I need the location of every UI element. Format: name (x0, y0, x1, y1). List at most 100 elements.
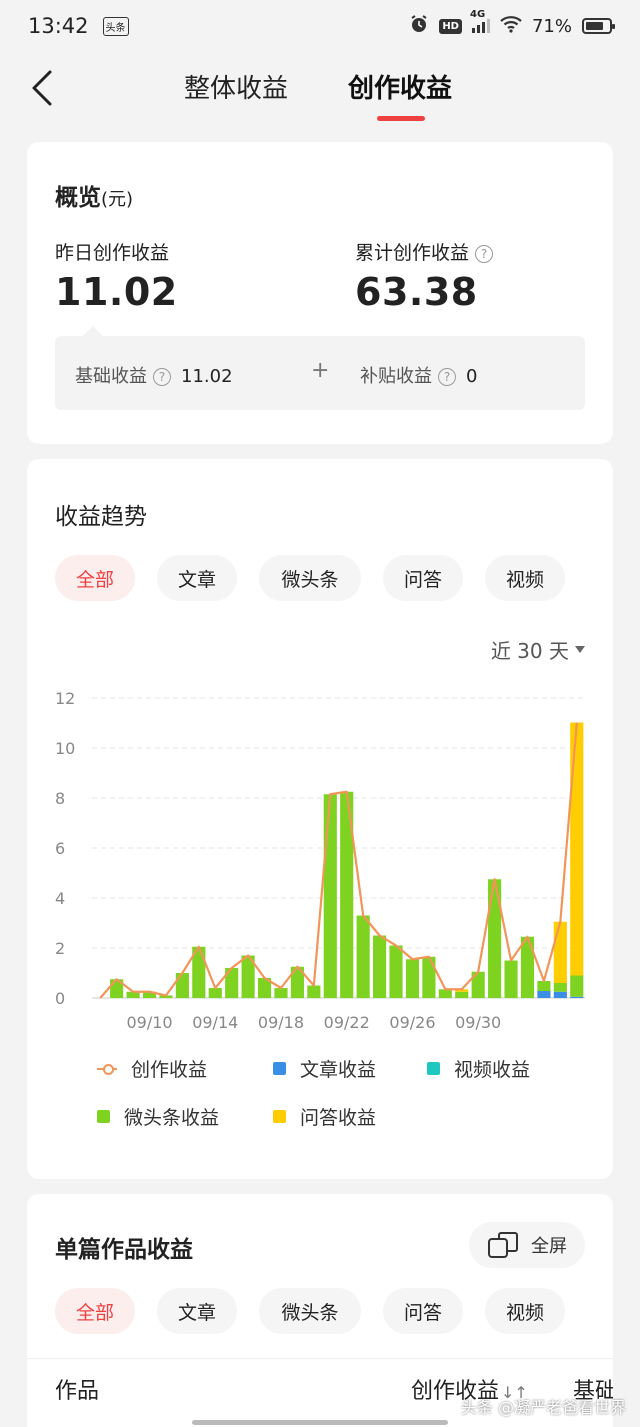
bar-segment (389, 945, 403, 998)
bar-segment (405, 959, 420, 998)
bar-segment (537, 991, 551, 998)
total-income-label-text: 累计创作收益 (355, 242, 470, 264)
legend-label: 创作收益 (131, 1059, 208, 1081)
date-range-select[interactable]: 近 30 天 (491, 635, 585, 664)
caret-down-icon (575, 646, 585, 653)
date-range-label: 近 30 天 (490, 639, 569, 663)
hd-icon: HD (439, 18, 462, 34)
works-filter-chips: 全部 文章 微头条 问答 视频 (55, 1288, 565, 1334)
chip-micro[interactable]: 微头条 (259, 555, 361, 601)
trend-title: 收益趋势 (55, 504, 147, 530)
bar-segment (438, 989, 452, 998)
bar-segment (307, 985, 321, 998)
y-tick-label: 10 (55, 739, 75, 758)
line-marker-icon (97, 1062, 117, 1075)
y-tick-label: 8 (55, 789, 65, 808)
bar-segment (570, 975, 584, 997)
watermark: 头条 @凝严老爸看世界 (460, 1398, 626, 1417)
chip-qa[interactable]: 问答 (383, 1288, 463, 1334)
square-marker-icon (97, 1110, 110, 1123)
bar-segment (570, 722, 584, 976)
wifi-icon (500, 15, 522, 38)
bar-segment (356, 915, 370, 998)
subsidy-income-label: 补贴收益 (360, 366, 432, 387)
legend-label: 微头条收益 (124, 1107, 220, 1129)
overview-title-text: 概览 (55, 185, 101, 211)
app-notification-icon: 头条 (102, 16, 129, 36)
tab-creation-income[interactable]: 创作收益 (348, 68, 452, 105)
bar-segment (553, 983, 567, 992)
bar-segment (175, 973, 189, 998)
help-icon[interactable]: ? (153, 368, 171, 386)
bar-segment (422, 956, 436, 998)
legend-item-video[interactable]: 视频收益 (427, 1055, 530, 1082)
chip-micro[interactable]: 微头条 (259, 1288, 361, 1334)
yesterday-income-label-text: 昨日创作收益 (55, 242, 170, 264)
legend-label: 问答收益 (300, 1107, 377, 1129)
legend-item-article[interactable]: 文章收益 (273, 1055, 376, 1082)
square-marker-icon (273, 1110, 286, 1123)
basic-income: 基础收益? 11.02 (75, 362, 233, 388)
total-income-value: 63.38 (355, 270, 478, 314)
bar-segment (323, 794, 337, 998)
chip-all[interactable]: 全部 (55, 1288, 135, 1334)
active-tab-indicator (377, 116, 425, 121)
signal-icon: 4G (470, 9, 490, 33)
basic-income-label: 基础收益 (75, 366, 147, 387)
bar-segment (553, 921, 567, 983)
column-work: 作品 (55, 1379, 100, 1404)
trend-filter-chips: 全部 文章 微头条 问答 视频 (55, 555, 565, 601)
fullscreen-button[interactable]: 全屏 (469, 1222, 585, 1268)
x-tick-label: 09/14 (192, 1013, 238, 1032)
back-button[interactable] (22, 66, 62, 110)
alarm-icon (409, 14, 429, 39)
bar-segment (274, 988, 288, 998)
income-breakdown: 基础收益? 11.02 + 补贴收益? 0 (55, 326, 585, 410)
legend-item-qa[interactable]: 问答收益 (273, 1103, 376, 1130)
income-trend-card: 收益趋势 全部 文章 微头条 问答 视频 近 30 天 0 2 4 6 8 10 12 09/… (27, 459, 613, 1179)
square-marker-icon (273, 1062, 286, 1075)
yesterday-income-label: 昨日创作收益 (55, 238, 169, 265)
chip-video[interactable]: 视频 (485, 555, 565, 601)
plus-sign: + (311, 358, 330, 383)
help-icon[interactable]: ? (475, 244, 494, 263)
overview-card: 概览(元) 昨日创作收益 11.02 累计创作收益? 63.38 基础收益? 11… (27, 142, 613, 444)
subsidy-income-value: 0 (466, 366, 478, 387)
total-income-label: 累计创作收益? (355, 238, 494, 265)
chip-article[interactable]: 文章 (157, 1288, 237, 1334)
bar-segment (537, 981, 551, 991)
status-time: 13:42 (28, 14, 89, 38)
y-tick-label: 4 (55, 889, 65, 908)
x-tick-label: 09/30 (455, 1013, 501, 1032)
x-tick-label: 09/22 (324, 1013, 370, 1032)
battery-percent: 71% (531, 15, 572, 37)
legend-label: 视频收益 (454, 1059, 531, 1081)
bar-segment (520, 936, 535, 998)
help-icon[interactable]: ? (438, 368, 456, 386)
chip-all[interactable]: 全部 (55, 555, 135, 601)
bar-segment (373, 935, 387, 998)
legend-item-creation[interactable]: 创作收益 (97, 1055, 207, 1082)
overview-title: 概览(元) (55, 178, 133, 212)
chip-qa[interactable]: 问答 (383, 555, 463, 601)
chip-article[interactable]: 文章 (157, 555, 237, 601)
creation-income-line (99, 722, 578, 999)
works-title: 单篇作品收益 (55, 1237, 193, 1263)
home-indicator[interactable] (192, 1420, 448, 1425)
y-tick-label: 12 (55, 689, 75, 708)
overview-unit: (元) (101, 189, 134, 210)
tab-overall-income[interactable]: 整体收益 (184, 68, 288, 105)
fullscreen-label: 全屏 (531, 1236, 567, 1257)
legend-item-micro[interactable]: 微头条收益 (97, 1103, 219, 1130)
bar-segment (504, 960, 518, 998)
bar-segment (208, 988, 222, 998)
x-tick-label: 09/18 (258, 1013, 304, 1032)
network-type: 4G (469, 9, 486, 20)
bar-segment (570, 996, 584, 998)
chip-video[interactable]: 视频 (485, 1288, 565, 1334)
top-navigation: 整体收益 创作收益 (0, 52, 640, 132)
square-marker-icon (427, 1062, 440, 1075)
legend-label: 文章收益 (300, 1059, 377, 1081)
x-tick-label: 09/26 (389, 1013, 435, 1032)
y-tick-label: 0 (55, 989, 65, 1008)
